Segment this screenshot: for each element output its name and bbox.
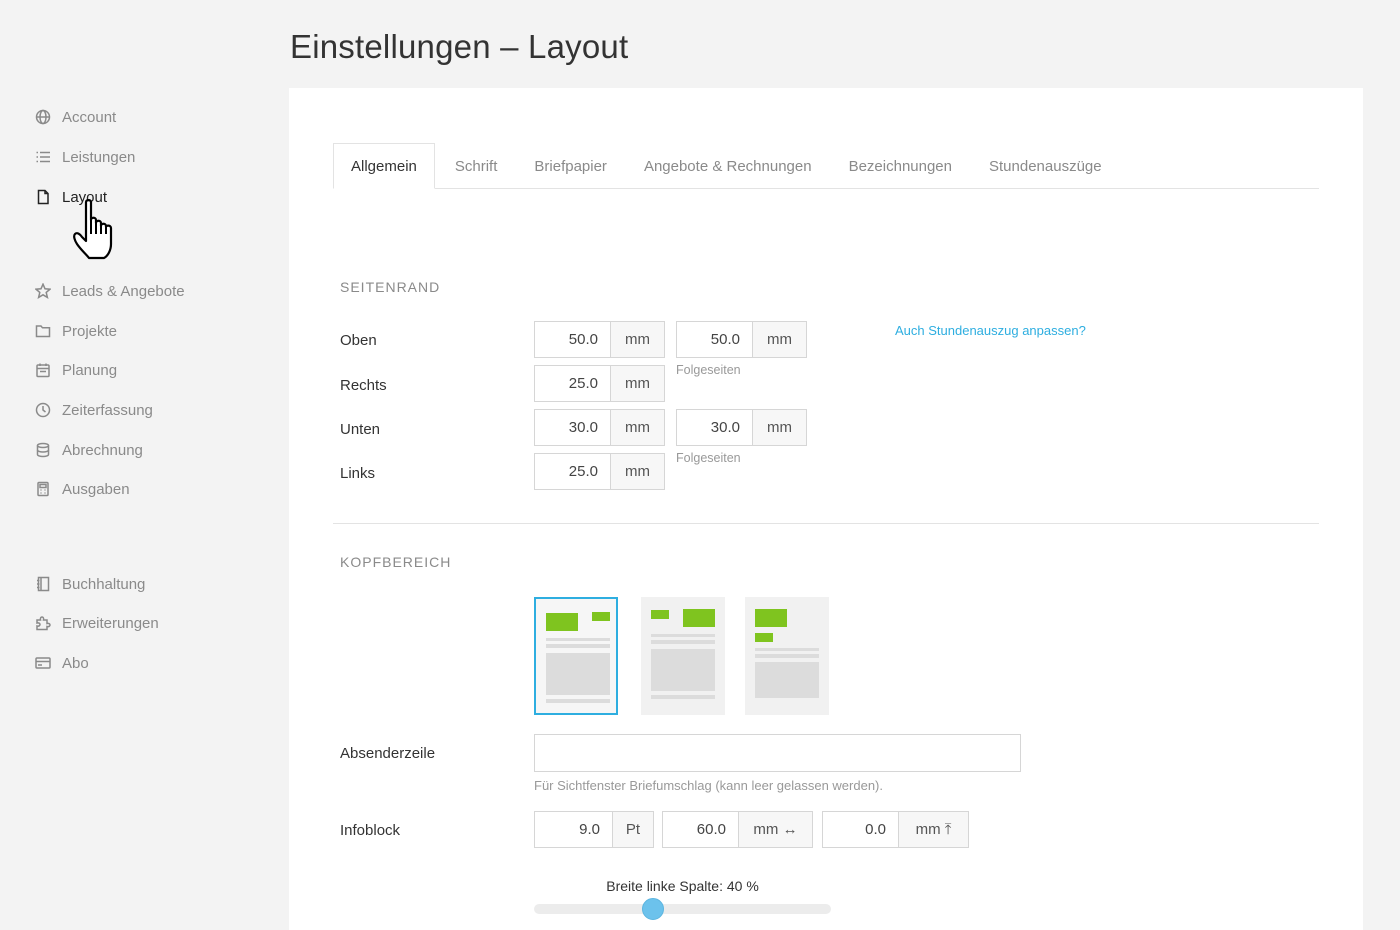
header-template-2[interactable]: [641, 597, 725, 715]
sidebar-item-account[interactable]: Account: [34, 105, 116, 129]
unit-addon: mm: [610, 322, 664, 357]
unit-addon: mm: [610, 410, 664, 445]
hint-folgeseiten: Folgeseiten: [676, 451, 741, 465]
input-oben-value[interactable]: 50.0: [535, 322, 610, 357]
unit-addon-width-arrows: mm ↔: [738, 812, 812, 847]
sidebar-item-label: Planung: [62, 361, 118, 379]
star-icon: [34, 282, 52, 300]
input-rechts-value[interactable]: 25.0: [535, 366, 610, 401]
unit-addon: mm: [752, 410, 806, 445]
puzzle-icon: [34, 614, 52, 632]
input-links-value[interactable]: 25.0: [535, 454, 610, 489]
input-infoblock-fontsize[interactable]: 9.0 Pt: [534, 811, 654, 848]
sidebar-item-label: Abrechnung: [62, 441, 143, 459]
settings-panel: Allgemein Schrift Briefpapier Angebote &…: [289, 88, 1363, 930]
label-oben: Oben: [340, 332, 377, 349]
slider-thumb[interactable]: [641, 898, 664, 920]
input-infoblock-top-value[interactable]: 0.0: [823, 812, 898, 847]
hint-folgeseiten: Folgeseiten: [676, 363, 741, 377]
input-infoblock-fontsize-value[interactable]: 9.0: [535, 812, 612, 847]
calendar-icon: [34, 361, 52, 379]
label-infoblock: Infoblock: [340, 822, 401, 839]
sidebar-item-planung[interactable]: Planung: [34, 358, 117, 382]
input-infoblock-top[interactable]: 0.0 mm ⤒: [822, 811, 969, 848]
calculator-icon: [34, 480, 52, 498]
section-divider: [333, 523, 1319, 524]
sidebar-item-label: Leistungen: [62, 148, 136, 166]
input-links[interactable]: 25.0 mm: [534, 453, 665, 490]
page-title: Einstellungen – Layout: [290, 28, 629, 65]
absenderzeile-hint: Für Sichtfenster Briefumschlag (kann lee…: [534, 778, 883, 793]
column-width-slider[interactable]: [534, 898, 831, 920]
input-oben[interactable]: 50.0 mm: [534, 321, 665, 358]
sidebar-item-label: Zeiterfassung: [62, 401, 153, 419]
sidebar-item-label: Leads & Angebote: [62, 282, 185, 300]
sidebar-item-label: Projekte: [62, 322, 118, 340]
slider-label: Breite linke Spalte: 40 %: [606, 878, 759, 894]
sidebar-item-ausgaben[interactable]: Ausgaben: [34, 477, 130, 501]
section-heading-kopfbereich: Kopfbereich: [340, 554, 452, 570]
unit-addon: Pt: [612, 812, 653, 847]
sidebar-item-buchhaltung[interactable]: Buchhaltung: [34, 572, 145, 596]
sidebar-item-abrechnung[interactable]: Abrechnung: [34, 438, 143, 462]
absenderzeile-input[interactable]: [534, 734, 1021, 772]
document-icon: [34, 188, 52, 206]
sidebar-item-abo[interactable]: Abo: [34, 651, 89, 675]
clock-icon: [34, 401, 52, 419]
input-unten[interactable]: 30.0 mm: [534, 409, 665, 446]
ledger-icon: [34, 575, 52, 593]
label-links: Links: [340, 465, 376, 482]
sidebar: Account Leistungen Layout Leads & Angebo…: [0, 0, 289, 930]
input-unten-folgeseiten-value[interactable]: 30.0: [677, 410, 752, 445]
credit-card-icon: [34, 654, 52, 672]
sidebar-item-label: Account: [62, 108, 117, 126]
unit-addon-top-arrow: mm ⤒: [898, 812, 968, 847]
section-heading-seitenrand: Seitenrand: [340, 279, 441, 295]
sidebar-item-projekte[interactable]: Projekte: [34, 319, 117, 343]
hand-cursor-icon: [72, 198, 122, 260]
sidebar-item-zeiterfassung[interactable]: Zeiterfassung: [34, 398, 153, 422]
globe-icon: [34, 108, 52, 126]
folder-icon: [34, 322, 52, 340]
sidebar-item-erweiterungen[interactable]: Erweiterungen: [34, 611, 159, 635]
input-infoblock-width-value[interactable]: 60.0: [663, 812, 738, 847]
header-template-3[interactable]: [745, 597, 829, 715]
sidebar-item-label: Buchhaltung: [62, 575, 146, 593]
sidebar-item-leads-angebote[interactable]: Leads & Angebote: [34, 279, 185, 303]
tab-schrift[interactable]: Schrift: [438, 143, 515, 189]
tab-stundenauszuege[interactable]: Stundenauszüge: [972, 143, 1119, 189]
database-icon: [34, 441, 52, 459]
list-icon: [34, 148, 52, 166]
tab-bar: Allgemein Schrift Briefpapier Angebote &…: [333, 143, 1319, 189]
unit-addon: mm: [752, 322, 806, 357]
input-infoblock-width[interactable]: 60.0 mm ↔: [662, 811, 813, 848]
input-unten-folgeseiten[interactable]: 30.0 mm: [676, 409, 807, 446]
sidebar-item-label: Erweiterungen: [62, 614, 159, 632]
sidebar-item-label: Abo: [62, 654, 89, 672]
label-unten: Unten: [340, 421, 381, 438]
tab-allgemein[interactable]: Allgemein: [333, 143, 435, 189]
tab-angebote-rechnungen[interactable]: Angebote & Rechnungen: [627, 143, 829, 189]
unit-addon: mm: [610, 366, 664, 401]
sidebar-item-label: Ausgaben: [62, 480, 130, 498]
input-oben-folgeseiten-value[interactable]: 50.0: [677, 322, 752, 357]
tab-bezeichnungen[interactable]: Bezeichnungen: [832, 143, 969, 189]
label-absenderzeile: Absenderzeile: [340, 745, 436, 762]
input-unten-value[interactable]: 30.0: [535, 410, 610, 445]
label-rechts: Rechts: [340, 377, 387, 394]
header-template-1[interactable]: [534, 597, 618, 715]
input-rechts[interactable]: 25.0 mm: [534, 365, 665, 402]
link-stundenauszug-anpassen[interactable]: Auch Stundenauszug anpassen?: [895, 323, 1086, 338]
input-oben-folgeseiten[interactable]: 50.0 mm: [676, 321, 807, 358]
sidebar-item-leistungen[interactable]: Leistungen: [34, 145, 135, 169]
tab-briefpapier[interactable]: Briefpapier: [517, 143, 624, 189]
unit-addon: mm: [610, 454, 664, 489]
